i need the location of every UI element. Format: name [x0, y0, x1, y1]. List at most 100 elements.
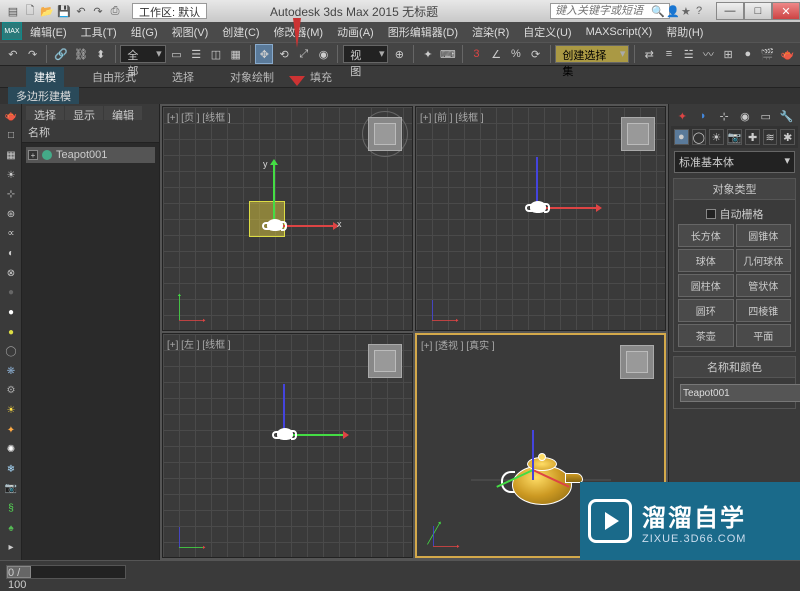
- signin-icon[interactable]: 👤: [666, 5, 678, 17]
- menu-help[interactable]: 帮助(H): [660, 22, 709, 42]
- geo-icon[interactable]: ❋: [2, 363, 20, 380]
- sphere-yellow-icon[interactable]: ●: [2, 324, 20, 341]
- time-slider-thumb[interactable]: 0 / 100: [7, 566, 31, 578]
- burst-icon[interactable]: ✺: [2, 441, 20, 458]
- spinner-snap-button[interactable]: ⟳: [527, 44, 545, 64]
- spiral-icon[interactable]: §: [2, 500, 20, 517]
- app-logo[interactable]: MAX: [2, 22, 22, 40]
- menu-graph[interactable]: 图形编辑器(D): [382, 22, 464, 42]
- tab-display[interactable]: 显示: [65, 106, 103, 120]
- menu-render[interactable]: 渲染(R): [466, 22, 515, 42]
- display-icon[interactable]: ◐: [2, 245, 20, 262]
- maximize-button[interactable]: □: [744, 2, 772, 20]
- teapot-icon[interactable]: 🫖: [2, 108, 20, 125]
- select-name-button[interactable]: ☰: [187, 44, 205, 64]
- tube-button[interactable]: 管状体: [736, 274, 792, 297]
- viewcube[interactable]: [368, 117, 402, 151]
- geometry-icon[interactable]: ●: [674, 129, 689, 145]
- expand-button[interactable]: +: [28, 150, 38, 160]
- camera-tool-icon[interactable]: 📷: [2, 481, 20, 498]
- select-rotate-button[interactable]: ⟲: [275, 44, 293, 64]
- align-button[interactable]: ≡: [660, 44, 678, 64]
- manipulate-button[interactable]: ✦: [419, 44, 437, 64]
- new-icon[interactable]: 🗋: [23, 4, 37, 18]
- select-region-button[interactable]: ◫: [207, 44, 225, 64]
- sphere-button[interactable]: 球体: [678, 249, 734, 272]
- snap-button[interactable]: 3: [468, 44, 486, 64]
- systems-icon[interactable]: ✱: [780, 129, 795, 145]
- utilities-tab-icon[interactable]: 🔧: [779, 108, 795, 124]
- sun-icon[interactable]: ☀: [2, 402, 20, 419]
- close-button[interactable]: ✕: [772, 2, 800, 20]
- ref-coord-dropdown[interactable]: 视图: [343, 45, 388, 63]
- menu-create[interactable]: 创建(C): [216, 22, 265, 42]
- gear-icon[interactable]: ⚙: [2, 383, 20, 400]
- viewcube[interactable]: [368, 344, 402, 378]
- viewport-label[interactable]: [+] [左 ] [线框 ]: [167, 336, 231, 351]
- time-slider[interactable]: 0 / 100: [6, 565, 126, 579]
- workspace-dropdown[interactable]: 工作区: 默认: [132, 3, 207, 19]
- viewport-front[interactable]: [+] [前 ] [线框 ]: [415, 106, 666, 331]
- light-icon[interactable]: ☀: [2, 167, 20, 184]
- autogrid-checkbox[interactable]: 自动栅格: [678, 204, 791, 224]
- geometry-category-dropdown[interactable]: 标准基本体: [674, 151, 795, 173]
- modify-tab-icon[interactable]: ◗: [695, 108, 711, 124]
- tab-objectpaint[interactable]: 对象绘制: [222, 67, 282, 87]
- undo-icon[interactable]: ↶: [74, 4, 88, 18]
- link-button[interactable]: 🔗: [52, 44, 70, 64]
- selection-filter-dropdown[interactable]: 全部: [120, 45, 165, 63]
- teapot-wireframe[interactable]: [277, 428, 293, 440]
- link-tool-icon[interactable]: ∝: [2, 226, 20, 243]
- angle-snap-button[interactable]: ∠: [487, 44, 505, 64]
- viewcube[interactable]: [621, 117, 655, 151]
- motion-tab-icon[interactable]: ◉: [737, 108, 753, 124]
- tab-modeling[interactable]: 建模: [26, 67, 64, 87]
- sphere-dark-icon[interactable]: ●: [2, 284, 20, 301]
- percent-snap-button[interactable]: %: [507, 44, 525, 64]
- app-menu-icon[interactable]: ▤: [6, 4, 20, 18]
- viewport-label[interactable]: [+] [透视 ] [真实 ]: [421, 337, 495, 352]
- select-move-button[interactable]: ✥: [255, 44, 273, 64]
- create-tab-icon[interactable]: ✦: [674, 108, 690, 124]
- cylinder-button[interactable]: 圆柱体: [678, 274, 734, 297]
- teapot-wireframe[interactable]: [530, 201, 546, 213]
- box-button[interactable]: 长方体: [678, 224, 734, 247]
- redo-icon[interactable]: ↷: [91, 4, 105, 18]
- pivot-button[interactable]: ⊕: [390, 44, 408, 64]
- schematic-button[interactable]: ⊞: [719, 44, 737, 64]
- snow-icon[interactable]: ❄: [2, 461, 20, 478]
- scene-item[interactable]: + Teapot001: [26, 147, 155, 163]
- viewcube[interactable]: [620, 345, 654, 379]
- save-icon[interactable]: 💾: [57, 4, 71, 18]
- teapot-shaded[interactable]: [507, 455, 577, 505]
- helpers-icon[interactable]: ✚: [745, 129, 760, 145]
- layers-button[interactable]: ☱: [680, 44, 698, 64]
- select-place-button[interactable]: ◉: [315, 44, 333, 64]
- menu-maxscript[interactable]: MAXScript(X): [580, 24, 659, 40]
- hierarchy-icon[interactable]: ⊹: [2, 186, 20, 203]
- torus-button[interactable]: 圆环: [678, 299, 734, 322]
- menu-tools[interactable]: 工具(T): [75, 22, 123, 42]
- plane-button[interactable]: 平面: [736, 324, 792, 347]
- rollout-header[interactable]: 名称和颜色: [674, 357, 795, 378]
- undo-button[interactable]: ↶: [4, 44, 22, 64]
- teapot-button[interactable]: 茶壶: [678, 324, 734, 347]
- material-button[interactable]: ●: [739, 44, 757, 64]
- select-object-button[interactable]: ▭: [168, 44, 186, 64]
- star-tool-icon[interactable]: ✦: [2, 422, 20, 439]
- viewport-label[interactable]: [+] [前 ] [线框 ]: [420, 109, 484, 124]
- cameras-icon[interactable]: 📷: [727, 129, 743, 145]
- project-icon[interactable]: ⎙: [108, 4, 122, 18]
- menu-views[interactable]: 视图(V): [166, 22, 215, 42]
- cone-button[interactable]: 圆锥体: [736, 224, 792, 247]
- window-crossing-button[interactable]: ▦: [227, 44, 245, 64]
- tab-populate[interactable]: 填充: [302, 67, 340, 87]
- pyramid-button[interactable]: 四棱锥: [736, 299, 792, 322]
- bind-button[interactable]: ⬍: [92, 44, 110, 64]
- star-icon[interactable]: ★: [681, 5, 693, 17]
- hierarchy-tab-icon[interactable]: ⊹: [716, 108, 732, 124]
- menu-group[interactable]: 组(G): [125, 22, 164, 42]
- shapes-icon[interactable]: ◯: [692, 129, 707, 145]
- teapot-wireframe[interactable]: [267, 219, 283, 231]
- unlink-button[interactable]: ⛓: [72, 44, 90, 64]
